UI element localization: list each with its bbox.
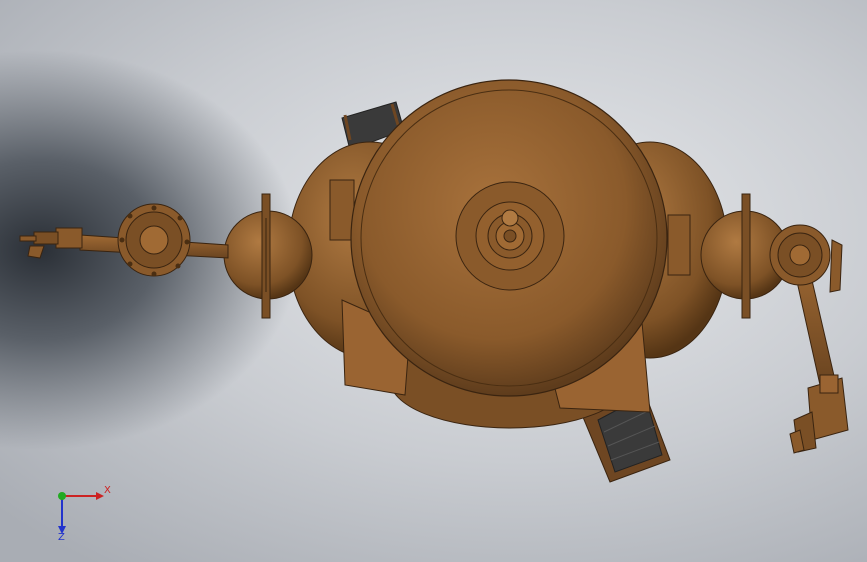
main-dome[interactable] bbox=[350, 79, 668, 397]
z-axis-label: Z bbox=[58, 532, 65, 543]
robot-model[interactable] bbox=[0, 0, 867, 562]
right-arm[interactable] bbox=[769, 224, 843, 386]
y-axis-dot bbox=[58, 492, 66, 500]
orientation-triad[interactable]: X Z bbox=[48, 482, 118, 544]
x-axis-arrow bbox=[96, 492, 104, 500]
right-gripper[interactable] bbox=[789, 374, 849, 454]
left-arm[interactable] bbox=[79, 203, 229, 277]
x-axis-label: X bbox=[104, 485, 111, 496]
left-gripper[interactable] bbox=[19, 227, 83, 259]
3d-viewport[interactable]: X Z bbox=[0, 0, 867, 562]
